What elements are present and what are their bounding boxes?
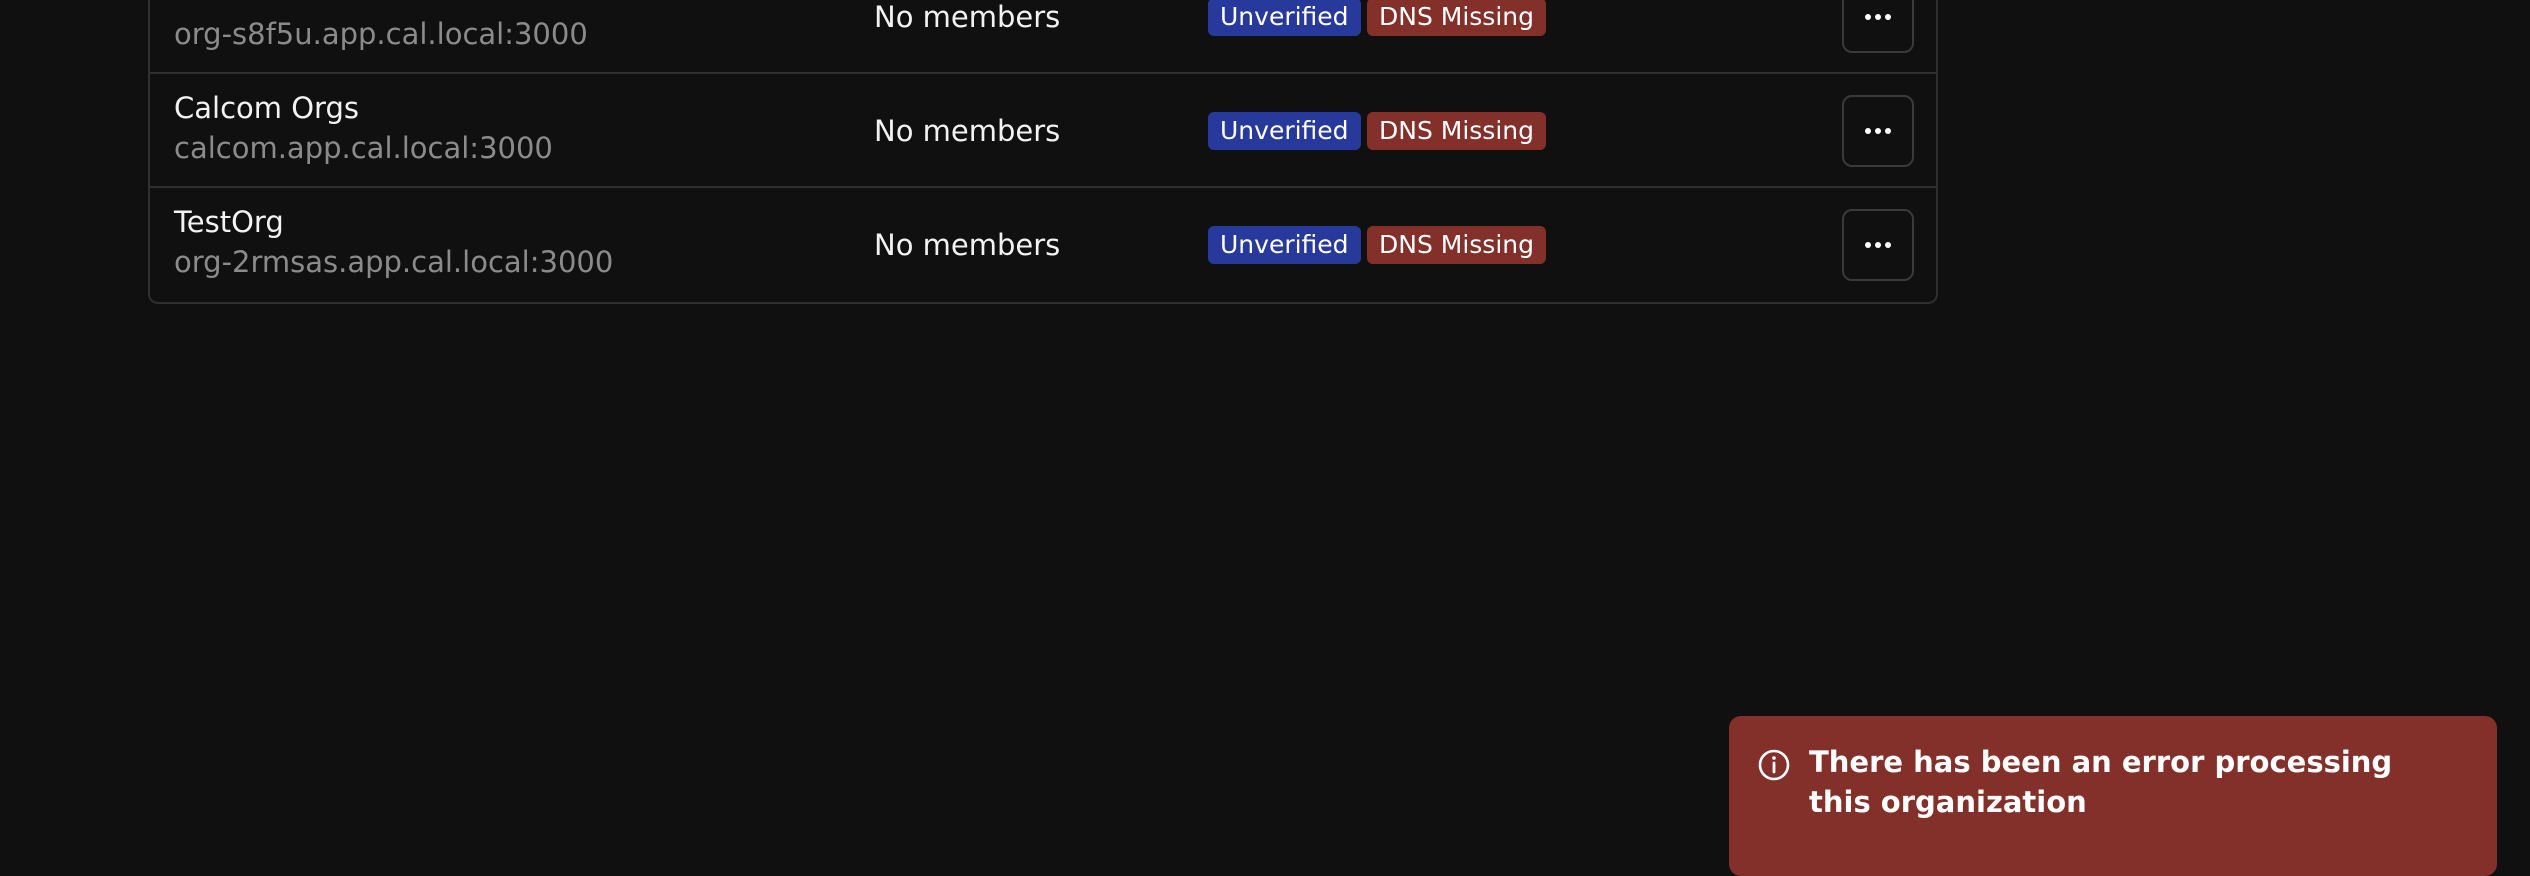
member-count: No members <box>874 114 1061 148</box>
status-badge-unverified: Unverified <box>1208 226 1361 264</box>
org-domain: org-s8f5u.app.cal.local:3000 <box>174 17 588 51</box>
status-badge-unverified: Unverified <box>1208 112 1361 150</box>
status-badge-dns-missing: DNS Missing <box>1367 112 1546 150</box>
member-count: No members <box>874 228 1061 262</box>
toast-message: There has been an error processing this … <box>1809 745 2393 819</box>
more-icon <box>1865 14 1891 20</box>
info-icon <box>1758 749 1790 781</box>
table-row: TestOrg org-2rmsas.app.cal.local:3000 No… <box>150 188 1936 302</box>
more-actions-button[interactable] <box>1842 0 1914 53</box>
org-domain: org-2rmsas.app.cal.local:3000 <box>174 245 614 279</box>
table-row: Calcom Orgs calcom.app.cal.local:3000 No… <box>150 74 1936 188</box>
status-badge-dns-missing: DNS Missing <box>1367 0 1546 36</box>
more-icon <box>1865 128 1891 134</box>
more-actions-button[interactable] <box>1842 209 1914 281</box>
more-actions-button[interactable] <box>1842 95 1914 167</box>
error-toast: There has been an error processing this … <box>1729 716 2497 876</box>
org-name: TestOrg <box>174 205 284 239</box>
member-count: No members <box>874 0 1061 34</box>
organizations-table: org-s8f5u.app.cal.local:3000 No members … <box>148 0 1938 304</box>
status-badge-dns-missing: DNS Missing <box>1367 226 1546 264</box>
more-icon <box>1865 242 1891 248</box>
org-domain: calcom.app.cal.local:3000 <box>174 131 553 165</box>
table-row: org-s8f5u.app.cal.local:3000 No members … <box>150 0 1936 74</box>
org-name: Calcom Orgs <box>174 91 359 125</box>
status-badge-unverified: Unverified <box>1208 0 1361 36</box>
